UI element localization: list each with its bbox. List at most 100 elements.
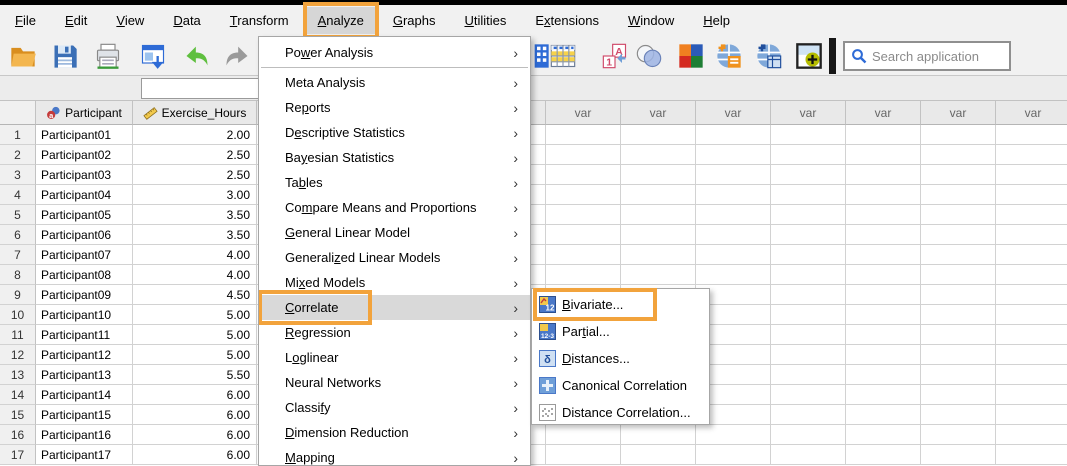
cell-empty[interactable] [546,205,621,225]
cell-empty[interactable] [846,125,921,145]
row-number[interactable]: 17 [0,445,36,465]
web-report-icon[interactable] [714,41,744,71]
cell-empty[interactable] [771,245,846,265]
cell-empty[interactable] [921,305,996,325]
menubar-item-graphs[interactable]: Graphs [382,7,447,34]
cell-empty[interactable] [621,125,696,145]
cell-empty[interactable] [921,265,996,285]
cell-empty[interactable] [921,165,996,185]
cell-exercise-hours[interactable]: 2.50 [133,145,257,165]
cell-empty[interactable] [996,285,1067,305]
cell-empty[interactable] [846,445,921,465]
cell-empty[interactable] [621,225,696,245]
row-number[interactable]: 8 [0,265,36,285]
column-header-participant[interactable]: a Participant [36,100,133,125]
cell-participant[interactable]: Participant08 [36,265,133,285]
cell-empty[interactable] [921,185,996,205]
cell-empty[interactable] [696,265,771,285]
menu-item-meta-analysis[interactable]: Meta Analysis › [259,70,530,95]
cell-empty[interactable] [996,385,1067,405]
undo-icon[interactable] [182,41,212,71]
menubar-item-view[interactable]: View [105,7,155,34]
menu-item-tables[interactable]: Tables › [259,170,530,195]
cell-participant[interactable]: Participant17 [36,445,133,465]
menu-item-general-linear-model[interactable]: General Linear Model › [259,220,530,245]
row-number[interactable]: 4 [0,185,36,205]
row-number[interactable]: 14 [0,385,36,405]
column-header-var[interactable]: var [921,100,996,125]
menubar-item-edit[interactable]: Edit [54,7,98,34]
menu-item-reports[interactable]: Reports › [259,95,530,120]
cell-empty[interactable] [921,145,996,165]
row-number[interactable]: 2 [0,145,36,165]
cell-exercise-hours[interactable]: 5.50 [133,365,257,385]
row-number[interactable]: 15 [0,405,36,425]
row-number[interactable]: 5 [0,205,36,225]
cell-empty[interactable] [546,125,621,145]
cell-exercise-hours[interactable]: 2.00 [133,125,257,145]
add-custom-icon[interactable] [794,41,824,71]
cell-empty[interactable] [846,325,921,345]
cell-empty[interactable] [771,285,846,305]
cell-empty[interactable] [771,445,846,465]
cell-empty[interactable] [846,425,921,445]
cell-empty[interactable] [771,165,846,185]
cell-empty[interactable] [546,165,621,185]
cell-empty[interactable] [846,205,921,225]
menubar-item-file[interactable]: File [4,7,47,34]
submenu-item-distance-correlation[interactable]: Distance Correlation... [532,399,709,426]
cell-empty[interactable] [996,365,1067,385]
cell-empty[interactable] [546,145,621,165]
column-header-var[interactable]: var [771,100,846,125]
menubar-item-window[interactable]: Window [617,7,685,34]
cell-participant[interactable]: Participant02 [36,145,133,165]
submenu-item-distances[interactable]: δ Distances... [532,345,709,372]
cell-empty[interactable] [771,145,846,165]
submenu-item-partial[interactable]: 12-3 Partial... [532,318,709,345]
cell-empty[interactable] [996,245,1067,265]
menu-item-neural-networks[interactable]: Neural Networks › [259,370,530,395]
cell-exercise-hours[interactable]: 3.50 [133,205,257,225]
row-number[interactable]: 12 [0,345,36,365]
cell-empty[interactable] [921,325,996,345]
cell-exercise-hours[interactable]: 4.00 [133,245,257,265]
cell-empty[interactable] [846,145,921,165]
open-folder-icon[interactable] [8,41,38,71]
cell-exercise-hours[interactable]: 5.00 [133,325,257,345]
menu-item-mixed-models[interactable]: Mixed Models › [259,270,530,295]
cell-empty[interactable] [696,225,771,245]
cell-empty[interactable] [771,265,846,285]
cell-participant[interactable]: Participant01 [36,125,133,145]
row-number[interactable]: 6 [0,225,36,245]
search-application-box[interactable]: Search application [843,41,1011,71]
cell-empty[interactable] [846,245,921,265]
cell-empty[interactable] [771,345,846,365]
cell-exercise-hours[interactable]: 5.00 [133,305,257,325]
cell-empty[interactable] [996,125,1067,145]
menu-item-mapping[interactable]: Mapping › [259,445,530,466]
value-labels-table-icon[interactable] [548,41,578,71]
cell-exercise-hours[interactable]: 6.00 [133,425,257,445]
cell-empty[interactable] [846,285,921,305]
column-header-exercise-hours[interactable]: Exercise_Hours [133,100,257,125]
show-value-labels-icon[interactable]: A1 [600,41,630,71]
cell-participant[interactable]: Participant05 [36,205,133,225]
cell-empty[interactable] [846,385,921,405]
cell-empty[interactable] [546,185,621,205]
cell-empty[interactable] [546,265,621,285]
cell-empty[interactable] [921,245,996,265]
column-header-var[interactable]: var [846,100,921,125]
cell-participant[interactable]: Participant16 [36,425,133,445]
cell-participant[interactable]: Participant03 [36,165,133,185]
cell-empty[interactable] [921,445,996,465]
cell-empty[interactable] [846,265,921,285]
recall-dialogs-icon[interactable] [138,41,168,71]
menu-item-generalized-linear-models[interactable]: Generalized Linear Models › [259,245,530,270]
cell-empty[interactable] [921,365,996,385]
row-number-header[interactable] [0,100,36,125]
cell-empty[interactable] [996,345,1067,365]
menubar-item-transform[interactable]: Transform [219,7,300,34]
row-number[interactable]: 9 [0,285,36,305]
cell-empty[interactable] [846,305,921,325]
cell-participant[interactable]: Participant11 [36,325,133,345]
